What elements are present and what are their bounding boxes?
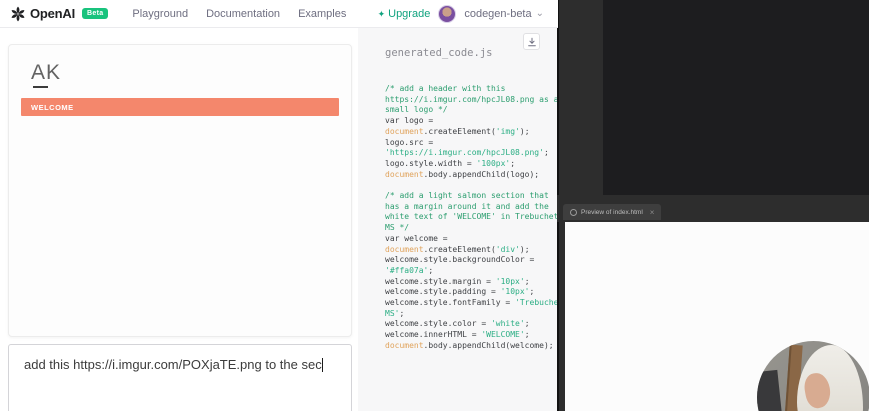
tab-preview-index[interactable]: Preview of index.html ×	[563, 204, 662, 220]
header-right: ✦ Upgrade codegen-beta ⌄	[378, 0, 544, 28]
upgrade-button[interactable]: ✦ Upgrade	[378, 8, 431, 20]
account-name: codegen-beta	[464, 8, 532, 20]
upgrade-label: Upgrade	[388, 8, 431, 20]
code-line: welcome.style.color = 'white';	[385, 319, 530, 329]
code-line: welcome.innerHTML = 'WELCOME';	[385, 330, 530, 340]
ak-logo-underline	[33, 86, 48, 88]
code-line: MS';	[385, 308, 405, 318]
rendered-preview-card: AK WELCOME	[8, 44, 352, 337]
chevron-down-icon: ⌄	[535, 8, 544, 19]
account-dropdown[interactable]: codegen-beta ⌄	[464, 8, 544, 20]
sparkle-icon: ✦	[377, 8, 386, 19]
openai-logo-icon	[10, 6, 26, 22]
code-line: welcome.style.backgroundColor =	[385, 255, 535, 265]
generated-code-panel: generated_code.js /* add a header with t…	[358, 28, 564, 411]
code-block: /* add a header with this https://i.imgur…	[385, 84, 564, 352]
code-line: white text of 'WELCOME' in Trebuchet	[385, 212, 559, 222]
code-line: /* add a light salmon section that	[385, 191, 549, 201]
code-line: /* add a header with this	[385, 84, 506, 93]
code-line: 'https://i.imgur.com/hpcJL08.png';	[385, 148, 549, 158]
code-line: has a margin around it and add the	[385, 201, 549, 211]
nav-item-documentation[interactable]: Documentation	[206, 8, 280, 20]
code-line: logo.style.width = '100px';	[385, 158, 516, 168]
download-button[interactable]	[523, 33, 540, 50]
openai-brand[interactable]: OpenAI Beta	[10, 6, 109, 22]
nav-item-examples[interactable]: Examples	[298, 8, 346, 20]
prompt-input[interactable]: add this https://i.imgur.com/POXjaTE.png…	[8, 344, 352, 411]
download-icon	[527, 37, 536, 46]
close-icon[interactable]: ×	[650, 208, 655, 217]
code-line: var logo =	[385, 116, 434, 126]
ak-logo: AK	[31, 61, 62, 84]
welcome-banner: WELCOME	[21, 98, 339, 116]
dark-screen-area	[603, 0, 869, 195]
code-line: document.createElement('div');	[385, 244, 530, 254]
avatar[interactable]	[438, 5, 457, 23]
app-window: OpenAI Beta Playground Documentation Exa…	[0, 0, 869, 411]
nav-item-playground[interactable]: Playground	[132, 8, 188, 20]
code-line: document.createElement('img');	[385, 126, 530, 136]
code-line: document.body.appendChild(welcome);	[385, 340, 554, 350]
code-line: https://i.imgur.com/hpcJL08.png as a	[385, 94, 559, 104]
code-line: var welcome =	[385, 233, 448, 243]
code-line: '#ffa07a';	[385, 265, 434, 275]
code-line: welcome.style.padding = '10px';	[385, 287, 535, 297]
main-nav: Playground Documentation Examples	[132, 8, 346, 20]
prompt-input-value: add this https://i.imgur.com/POXjaTE.png…	[24, 357, 351, 372]
browser-tab-bar: Preview of index.html ×	[557, 195, 869, 222]
code-line: document.body.appendChild(logo);	[385, 169, 540, 179]
beta-badge: Beta	[82, 8, 109, 19]
code-line: MS */	[385, 223, 410, 233]
code-line: welcome.style.fontFamily = 'Trebuchet	[385, 298, 564, 308]
code-filename: generated_code.js	[385, 47, 493, 59]
text-caret	[321, 358, 323, 372]
code-line: small logo */	[385, 105, 448, 115]
brand-name: OpenAI	[30, 6, 76, 21]
code-line: logo.src =	[385, 137, 434, 147]
webcam-background-object	[757, 369, 785, 411]
tab-label: Preview of index.html	[581, 208, 643, 216]
prompt-text: add this https://i.imgur.com/POXjaTE.png…	[24, 357, 322, 372]
top-navbar: OpenAI Beta Playground Documentation Exa…	[0, 0, 558, 28]
code-line: welcome.style.margin = '10px';	[385, 276, 530, 286]
tab-favicon-icon	[570, 208, 577, 216]
